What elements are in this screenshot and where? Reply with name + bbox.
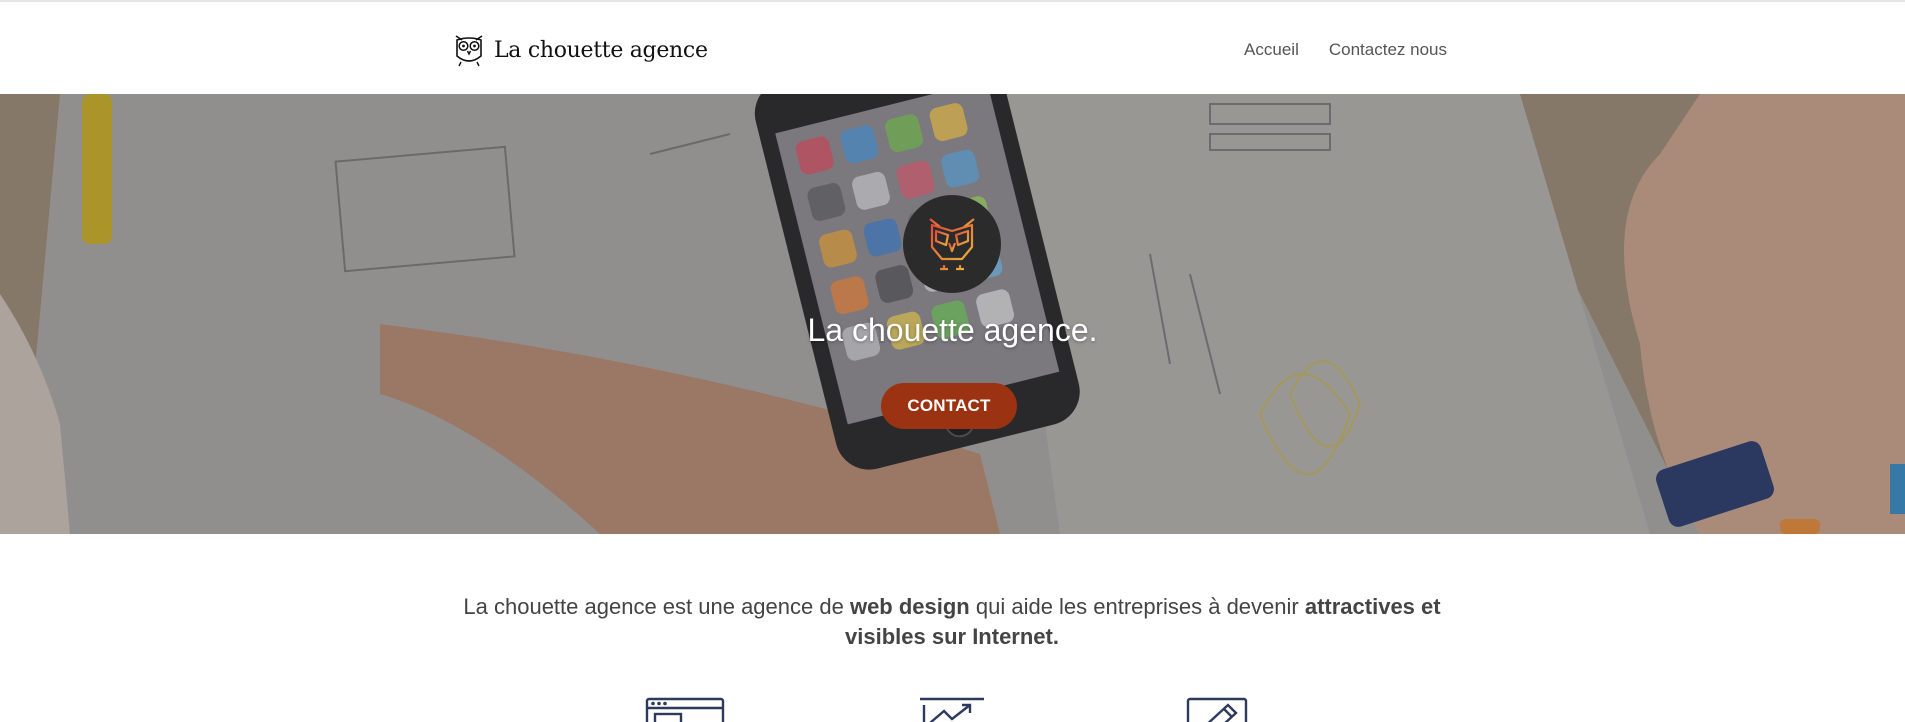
growth-chart-icon <box>920 697 984 722</box>
contact-button[interactable]: CONTACT <box>881 383 1017 429</box>
hero-title: La chouette agence. <box>807 312 1098 348</box>
intro-paragraph: La chouette agence est une agence de web… <box>452 592 1452 652</box>
hero-owl-badge <box>903 195 1001 293</box>
nav-link-accueil[interactable]: Accueil <box>1244 40 1299 60</box>
owl-emblem-icon <box>929 218 975 271</box>
owl-logo-icon <box>455 35 483 67</box>
intro-text-1: La chouette agence est une agence de <box>463 594 850 619</box>
browser-window-icon <box>645 697 725 722</box>
site-header: La chouette agence Accueil Contactez nou… <box>0 0 1905 94</box>
brand-name: La chouette agence <box>494 37 708 63</box>
intro-text-2: qui aide les entreprises à devenir <box>969 594 1305 619</box>
page: La chouette agence Accueil Contactez nou… <box>0 0 1905 722</box>
nav-link-contact[interactable]: Contactez nous <box>1329 40 1447 60</box>
edit-pencil-icon <box>1186 697 1248 722</box>
brand-logo[interactable]: La chouette agence <box>452 32 708 68</box>
main-nav: Accueil Contactez nous <box>1244 40 1447 60</box>
intro-bold-web-design: web design <box>849 594 970 619</box>
hero-section: La chouette agence. CONTACT <box>0 94 1905 534</box>
